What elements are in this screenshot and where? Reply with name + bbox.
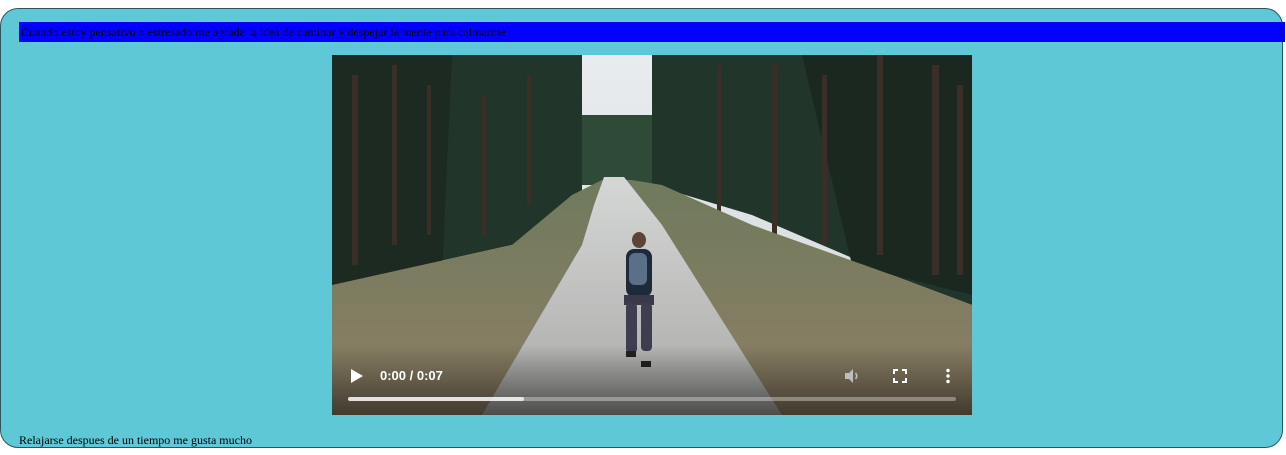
more-options-icon[interactable]: [939, 367, 957, 385]
banner-text: Cuando estoy pensativo o estresado me ag…: [19, 22, 1285, 42]
video-player[interactable]: 0:00 / 0:07: [332, 55, 972, 415]
caption-text: Relajarse despues de un tiempo me gusta …: [19, 433, 252, 447]
fullscreen-icon[interactable]: [891, 367, 909, 385]
video-controls: 0:00 / 0:07: [332, 345, 972, 415]
progress-bar-fill: [348, 397, 525, 401]
time-display: 0:00 / 0:07: [380, 368, 443, 383]
volume-icon[interactable]: [843, 367, 861, 385]
content-card: Cuando estoy pensativo o estresado me ag…: [0, 8, 1285, 448]
play-icon[interactable]: [350, 368, 364, 384]
progress-bar[interactable]: [348, 397, 956, 401]
